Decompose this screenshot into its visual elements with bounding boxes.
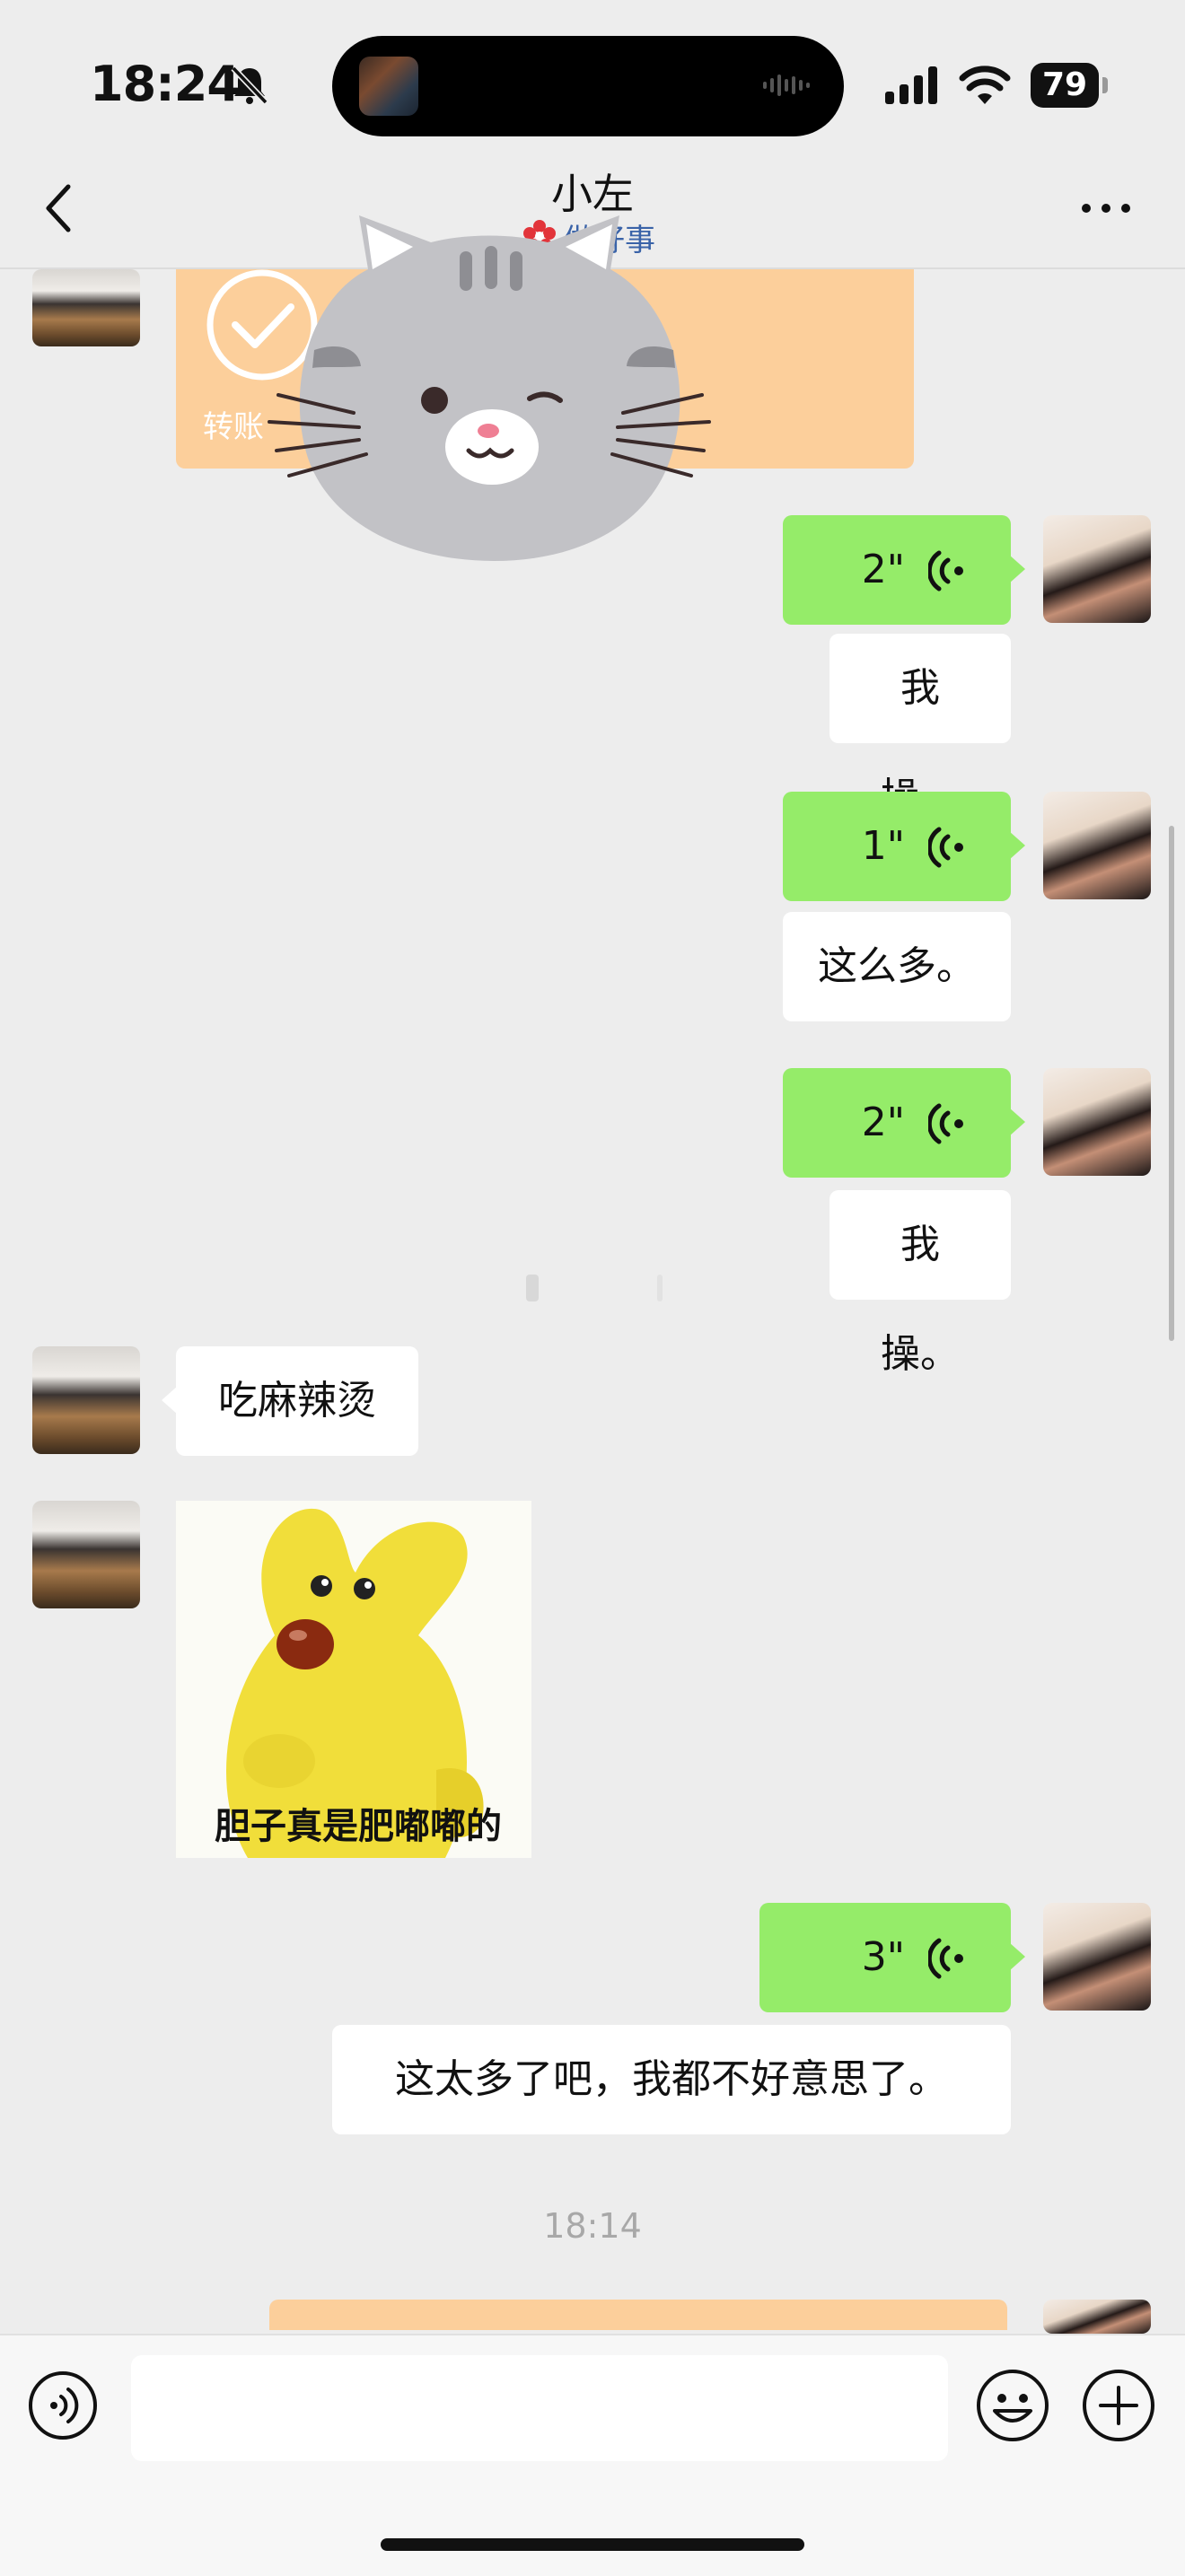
- voice-transcript[interactable]: 这么多。: [783, 912, 1011, 1021]
- voice-transcript[interactable]: 这太多了吧，我都不好意思了。: [332, 2025, 1011, 2134]
- voice-message[interactable]: 1": [783, 792, 1025, 901]
- transfer-card[interactable]: [269, 2300, 1007, 2330]
- voice-wave-icon: [928, 1103, 963, 1144]
- message-input[interactable]: [131, 2355, 948, 2461]
- cat-sticker-image[interactable]: [260, 215, 727, 574]
- voice-message[interactable]: 2": [783, 515, 1025, 625]
- contact-avatar[interactable]: [32, 269, 140, 346]
- scrollbar[interactable]: [1169, 826, 1174, 1341]
- message-timestamp: 18:14: [543, 2206, 642, 2246]
- voice-duration: 2": [861, 1100, 905, 1145]
- voice-duration: 2": [861, 547, 905, 592]
- my-avatar[interactable]: [1043, 792, 1151, 899]
- my-avatar[interactable]: [1043, 1903, 1151, 2011]
- my-avatar[interactable]: [1043, 515, 1151, 623]
- battery-level: 79: [1031, 63, 1099, 108]
- contact-avatar[interactable]: [32, 1501, 140, 1608]
- voice-transcript[interactable]: 我操。: [830, 634, 1011, 820]
- my-avatar[interactable]: [1043, 2300, 1151, 2334]
- voice-toggle-icon[interactable]: [27, 2370, 99, 2441]
- status-time: 18:24: [90, 56, 241, 112]
- bell-muted-icon: [231, 66, 268, 105]
- transfer-label: 转账: [203, 409, 264, 445]
- emoji-icon[interactable]: [975, 2368, 1050, 2443]
- voice-message[interactable]: 3": [759, 1903, 1025, 2012]
- signal-icon: [885, 66, 937, 104]
- plus-icon[interactable]: [1081, 2368, 1156, 2443]
- my-avatar[interactable]: [1043, 1068, 1151, 1176]
- battery-cap: [1102, 77, 1108, 93]
- voice-wave-icon: [928, 550, 963, 591]
- audio-wave-icon: [763, 74, 810, 96]
- voice-wave-icon: [928, 827, 963, 868]
- now-playing-thumbnail[interactable]: [359, 57, 418, 116]
- voice-wave-icon: [928, 1938, 963, 1979]
- sticker-caption: 胆子真是肥嘟嘟的: [215, 1806, 502, 1847]
- voice-duration: 1": [861, 823, 905, 869]
- voice-message[interactable]: 2": [783, 1068, 1025, 1178]
- faint-mark: [526, 1275, 663, 1301]
- chat-title: 小左: [551, 170, 634, 218]
- contact-avatar[interactable]: [32, 1346, 140, 1454]
- received-message[interactable]: 吃麻辣烫: [162, 1346, 418, 1456]
- wifi-icon: [959, 66, 1011, 104]
- more-dots-icon[interactable]: [1079, 201, 1133, 215]
- voice-duration: 3": [861, 1934, 905, 1980]
- home-indicator[interactable]: [381, 2538, 804, 2551]
- voice-transcript[interactable]: 我操。: [830, 1190, 1011, 1377]
- chevron-left-icon[interactable]: [41, 180, 77, 237]
